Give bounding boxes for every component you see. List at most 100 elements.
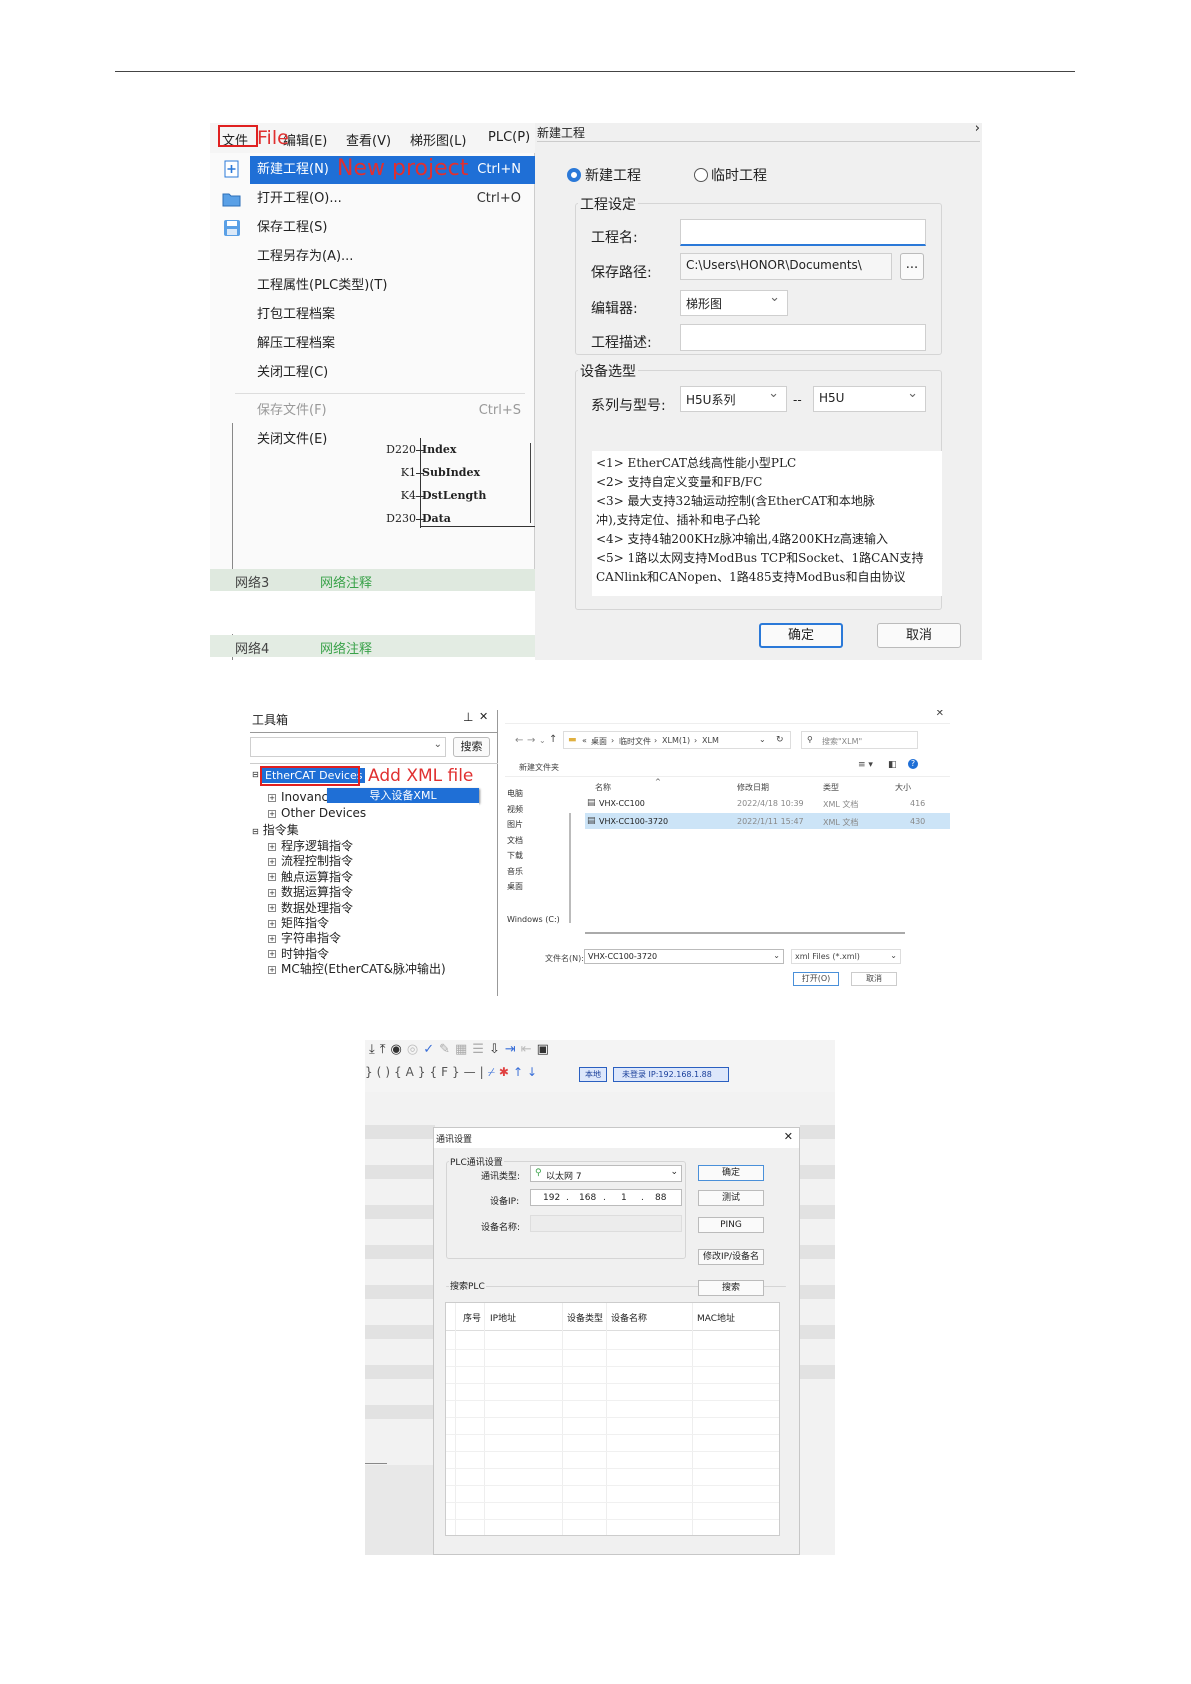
project-desc-input[interactable] [680,324,926,351]
column-header-date[interactable]: 修改日期 [737,782,769,793]
compile-icon[interactable]: ✓ [423,1042,439,1057]
pin-icon[interactable]: ⊥ [463,710,473,724]
new-folder-button[interactable]: 新建文件夹 [519,762,559,773]
breadcrumb-item[interactable]: XLM(1) [662,736,690,745]
horizontal-scrollbar[interactable] [585,932,905,934]
address-bar[interactable]: ▬ « 桌面 › 临时文件 › XLM(1) › XLM ⌄ ↻ [563,731,791,749]
tree-item-other[interactable]: + Other Devices [268,806,366,820]
search-button[interactable]: 搜索 [698,1280,764,1296]
breadcrumb-item[interactable]: 临时文件 [619,736,651,747]
column-header-index[interactable]: 序号 [463,1311,481,1324]
sidebar-scrollbar[interactable] [569,813,571,923]
ok-button[interactable]: 确定 [759,623,843,648]
local-badge[interactable]: 本地 [579,1067,607,1082]
logout-icon[interactable]: ⇤ [521,1042,537,1057]
login-icon[interactable]: ⇥ [505,1042,521,1057]
cancel-button[interactable]: 取消 [851,972,897,986]
ip-octet[interactable]: 168 [579,1193,596,1203]
hline-icon[interactable]: — [464,1065,480,1079]
online-icon[interactable]: ◉ [391,1042,407,1057]
back-icon[interactable]: ← [515,735,523,746]
browse-button[interactable]: ... [900,253,924,280]
toolbox-search-button[interactable]: 搜索 [453,737,490,757]
menu-item-save-file[interactable]: 保存文件(F) Ctrl+S [257,398,527,424]
chevron-down-icon[interactable]: ⌄ [759,735,766,744]
dialog-close-icon[interactable]: ✕ [936,710,944,719]
sidebar-nav-item[interactable]: 音乐 [507,866,523,877]
column-header-mac[interactable]: MAC地址 [697,1311,735,1324]
ip-octet[interactable]: 192 [543,1193,560,1203]
cancel-button[interactable]: 取消 [877,623,961,648]
align-icon[interactable]: ☰ [472,1042,489,1057]
column-header-ip[interactable]: IP地址 [490,1311,516,1324]
breadcrumb-item[interactable]: XLM [702,736,719,745]
sidebar-nav-item[interactable]: 电脑 [507,788,523,799]
menu-item-properties[interactable]: 工程属性(PLC类型)(T) [257,273,527,299]
test-button[interactable]: 测试 [698,1190,764,1206]
ip-octet[interactable]: 1 [621,1193,627,1203]
filename-input[interactable]: VHX-CC100-3720 ⌄ [584,949,784,964]
ping-button[interactable]: PING [698,1217,764,1233]
column-header-name[interactable]: 名称 [595,782,611,793]
device-name-input[interactable] [530,1215,682,1232]
toolbox-search-input[interactable]: ⌄ [250,737,446,757]
set-icon[interactable]: {A} [394,1065,429,1079]
context-menu-import-xml[interactable]: 导入设备XML [327,788,479,803]
menu-item-open-project[interactable]: 打开工程(O)... Ctrl+O [257,186,527,212]
login-status-badge[interactable]: 未登录 IP:192.168.1.88 [613,1067,729,1082]
folder-search-input[interactable]: ⚲ 搜索"XLM" [801,731,918,749]
monitor-icon[interactable]: ◎ [407,1042,423,1057]
plc-search-table[interactable]: 序号 IP地址 设备类型 设备名称 MAC地址 [445,1302,780,1536]
file-row-selected[interactable]: ▤ VHX-CC100-3720 2022/1/11 15:47 XML 文档 … [585,813,950,829]
window-icon[interactable]: ▣ [537,1042,554,1057]
chevron-down-icon[interactable]: ⌄ [539,736,546,745]
model-select[interactable]: H5U [813,386,926,412]
menu-item-pack[interactable]: 打包工程档案 [257,302,527,328]
menu-item-save-project[interactable]: 保存工程(S) [257,215,527,241]
edit-icon[interactable]: ✎ [439,1042,455,1057]
sidebar-nav-item[interactable]: Windows (C:) [507,915,560,924]
sidebar-nav-item[interactable]: 文档 [507,835,523,846]
radio-temp-project[interactable] [694,168,708,182]
comm-type-select[interactable]: ⚲ 以太网 7 ⌄ [530,1165,682,1182]
import-icon[interactable]: ⤓ [369,1042,380,1057]
project-name-input[interactable] [680,219,926,246]
menu-item-save-as[interactable]: 工程另存为(A)... [257,244,527,270]
collapse-icon[interactable]: ⊟ [252,770,259,779]
menu-item-close-project[interactable]: 关闭工程(C) [257,360,527,386]
sidebar-nav-item[interactable]: 视频 [507,804,523,815]
close-icon[interactable]: ✕ [479,710,488,723]
device-ip-input[interactable]: 192 . 168 . 1 . 88 [530,1189,682,1206]
grid-icon[interactable]: ▦ [455,1042,472,1057]
tree-item-inovance[interactable]: + Inovance [268,790,336,804]
rising-edge-icon[interactable]: ↑ [513,1065,527,1079]
ip-octet[interactable]: 88 [655,1193,666,1203]
view-options-icon[interactable]: ≡ ▾ [858,760,873,770]
breadcrumb-item[interactable]: 桌面 [591,736,607,747]
vline-icon[interactable]: | [480,1065,488,1079]
falling-edge-icon[interactable]: ↓ [527,1065,541,1079]
open-button[interactable]: 打开(O) [793,972,839,986]
editor-select[interactable]: 梯形图 [680,290,788,316]
reset-icon[interactable]: {F} [430,1065,464,1079]
func-icon[interactable]: () [377,1065,394,1079]
refresh-icon[interactable]: ↻ [776,735,784,745]
up-icon[interactable]: ↑ [549,734,557,745]
series-select[interactable]: H5U系列 [680,386,787,412]
file-row[interactable]: ▤ VHX-CC100 2022/4/18 10:39 XML 文档 416 [585,795,950,811]
export-icon[interactable]: ⤒ [380,1042,391,1057]
menu-item-unpack[interactable]: 解压工程档案 [257,331,527,357]
column-header-name[interactable]: 设备名称 [611,1311,647,1324]
filter-select[interactable]: xml Files (*.xml) ⌄ [791,949,901,964]
menu-view[interactable]: 查看(V) [346,130,391,149]
save-path-input[interactable]: C:\Users\HONOR\Documents\ [680,253,892,280]
nc-contact-icon[interactable]: ⌿ [488,1065,499,1079]
download-icon[interactable]: ⇩ [489,1042,505,1057]
coil-icon[interactable]: } [365,1065,377,1079]
tree-item-instruction[interactable]: + MC轴控(EtherCAT&脉冲输出) [268,960,446,977]
help-icon[interactable]: ? [908,759,918,769]
column-header-size[interactable]: 大小 [895,782,911,793]
menu-edit[interactable]: 编辑(E) [283,130,327,149]
menu-plc[interactable]: PLC(P) [488,130,530,145]
dialog-close-icon[interactable]: › [975,123,980,136]
